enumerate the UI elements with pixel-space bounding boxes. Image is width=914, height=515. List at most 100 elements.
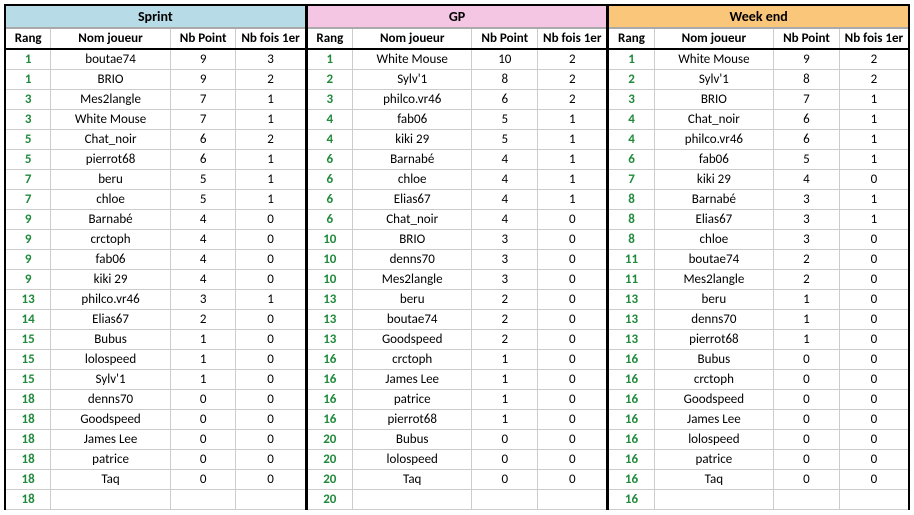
cell-points: 2 bbox=[774, 250, 840, 270]
col-header: Nb Point bbox=[170, 29, 236, 50]
table-row: 1boutae7493 bbox=[6, 49, 305, 70]
cell-rang: 3 bbox=[6, 110, 51, 130]
cell-points: 1 bbox=[472, 410, 538, 430]
ranking-container: SprintRangNom joueurNb PointNb fois 1er1… bbox=[4, 4, 910, 510]
table-row: 7kiki 2940 bbox=[609, 170, 908, 190]
table-row: 13pierrot6810 bbox=[609, 330, 908, 350]
table-row: 9crctoph40 bbox=[6, 230, 305, 250]
cell-points: 3 bbox=[774, 190, 840, 210]
cell-joueur: Chat_noir bbox=[654, 110, 773, 130]
cell-joueur: Bubus bbox=[51, 330, 170, 350]
cell-fois1er: 0 bbox=[538, 250, 607, 270]
cell-rang: 16 bbox=[609, 450, 654, 470]
cell-joueur: Sylv'1 bbox=[352, 70, 471, 90]
table-row: 11Mes2langle20 bbox=[609, 270, 908, 290]
cell-points: 2 bbox=[170, 310, 236, 330]
cell-rang: 7 bbox=[6, 190, 51, 210]
section-sprint: SprintRangNom joueurNb PointNb fois 1er1… bbox=[4, 4, 306, 510]
cell-points: 1 bbox=[472, 350, 538, 370]
cell-points: 4 bbox=[472, 210, 538, 230]
cell-points: 9 bbox=[170, 70, 236, 90]
table-row: 3BRIO71 bbox=[609, 90, 908, 110]
cell-points: 2 bbox=[774, 270, 840, 290]
cell-rang: 20 bbox=[308, 470, 353, 490]
cell-points: 7 bbox=[170, 90, 236, 110]
cell-points: 0 bbox=[774, 390, 840, 410]
cell-fois1er: 1 bbox=[839, 150, 908, 170]
cell-fois1er: 3 bbox=[236, 49, 305, 70]
cell-joueur: lolospeed bbox=[654, 430, 773, 450]
cell-joueur: crctoph bbox=[352, 350, 471, 370]
cell-fois1er: 0 bbox=[236, 370, 305, 390]
col-header: Rang bbox=[609, 29, 654, 50]
cell-joueur: kiki 29 bbox=[51, 270, 170, 290]
cell-fois1er: 0 bbox=[538, 350, 607, 370]
cell-joueur: White Mouse bbox=[51, 110, 170, 130]
table-row: 6Chat_noir40 bbox=[308, 210, 607, 230]
cell-fois1er: 0 bbox=[538, 290, 607, 310]
cell-points: 0 bbox=[774, 350, 840, 370]
cell-fois1er: 1 bbox=[236, 190, 305, 210]
cell-rang: 13 bbox=[609, 330, 654, 350]
cell-fois1er: 0 bbox=[839, 390, 908, 410]
cell-rang: 13 bbox=[308, 290, 353, 310]
cell-rang: 10 bbox=[308, 250, 353, 270]
cell-points: 4 bbox=[170, 270, 236, 290]
cell-joueur: Elias67 bbox=[654, 210, 773, 230]
cell-rang: 9 bbox=[6, 270, 51, 290]
col-header: Nb fois 1er bbox=[839, 29, 908, 50]
section-title: Sprint bbox=[6, 4, 305, 28]
cell-points: 3 bbox=[774, 230, 840, 250]
cell-rang: 10 bbox=[308, 270, 353, 290]
cell-fois1er: 2 bbox=[538, 70, 607, 90]
section-gp: GPRangNom joueurNb PointNb fois 1er1Whit… bbox=[306, 4, 608, 510]
cell-joueur: Chat_noir bbox=[352, 210, 471, 230]
table-row: 13beru20 bbox=[308, 290, 607, 310]
cell-joueur: BRIO bbox=[51, 70, 170, 90]
cell-joueur: patrice bbox=[352, 390, 471, 410]
cell-joueur: kiki 29 bbox=[654, 170, 773, 190]
cell-joueur: patrice bbox=[51, 450, 170, 470]
table-row: 4kiki 2951 bbox=[308, 130, 607, 150]
cell-fois1er: 1 bbox=[538, 110, 607, 130]
cell-joueur: James Lee bbox=[352, 370, 471, 390]
table-row: 16pierrot6810 bbox=[308, 410, 607, 430]
cell-rang: 6 bbox=[308, 190, 353, 210]
table-row: 15Bubus10 bbox=[6, 330, 305, 350]
cell-fois1er: 0 bbox=[839, 310, 908, 330]
cell-fois1er: 2 bbox=[839, 70, 908, 90]
cell-rang: 5 bbox=[6, 130, 51, 150]
cell-fois1er: 0 bbox=[538, 390, 607, 410]
cell-joueur: Elias67 bbox=[352, 190, 471, 210]
cell-points: 6 bbox=[774, 110, 840, 130]
cell-joueur: denns70 bbox=[51, 390, 170, 410]
cell-joueur: BRIO bbox=[352, 230, 471, 250]
cell-fois1er: 0 bbox=[839, 470, 908, 490]
cell-rang: 13 bbox=[609, 310, 654, 330]
table-row: 9kiki 2940 bbox=[6, 270, 305, 290]
cell-rang: 3 bbox=[609, 90, 654, 110]
cell-points: 4 bbox=[170, 250, 236, 270]
cell-rang: 1 bbox=[308, 49, 353, 70]
table-row: 1White Mouse102 bbox=[308, 49, 607, 70]
cell-fois1er: 2 bbox=[538, 90, 607, 110]
cell-joueur bbox=[352, 490, 471, 510]
table-row: 15Sylv'110 bbox=[6, 370, 305, 390]
cell-fois1er bbox=[538, 490, 607, 510]
cell-fois1er bbox=[839, 490, 908, 510]
cell-fois1er: 0 bbox=[236, 410, 305, 430]
cell-fois1er: 0 bbox=[839, 250, 908, 270]
cell-joueur: lolospeed bbox=[51, 350, 170, 370]
cell-rang: 16 bbox=[609, 390, 654, 410]
cell-fois1er: 0 bbox=[839, 450, 908, 470]
table-row: 7beru51 bbox=[6, 170, 305, 190]
cell-points: 5 bbox=[472, 130, 538, 150]
table-row: 5Chat_noir62 bbox=[6, 130, 305, 150]
cell-fois1er: 0 bbox=[538, 270, 607, 290]
table-row: 4fab0651 bbox=[308, 110, 607, 130]
cell-rang: 13 bbox=[308, 330, 353, 350]
table-row: 14Elias6720 bbox=[6, 310, 305, 330]
cell-points: 2 bbox=[472, 330, 538, 350]
cell-points: 7 bbox=[170, 110, 236, 130]
cell-points: 5 bbox=[472, 110, 538, 130]
